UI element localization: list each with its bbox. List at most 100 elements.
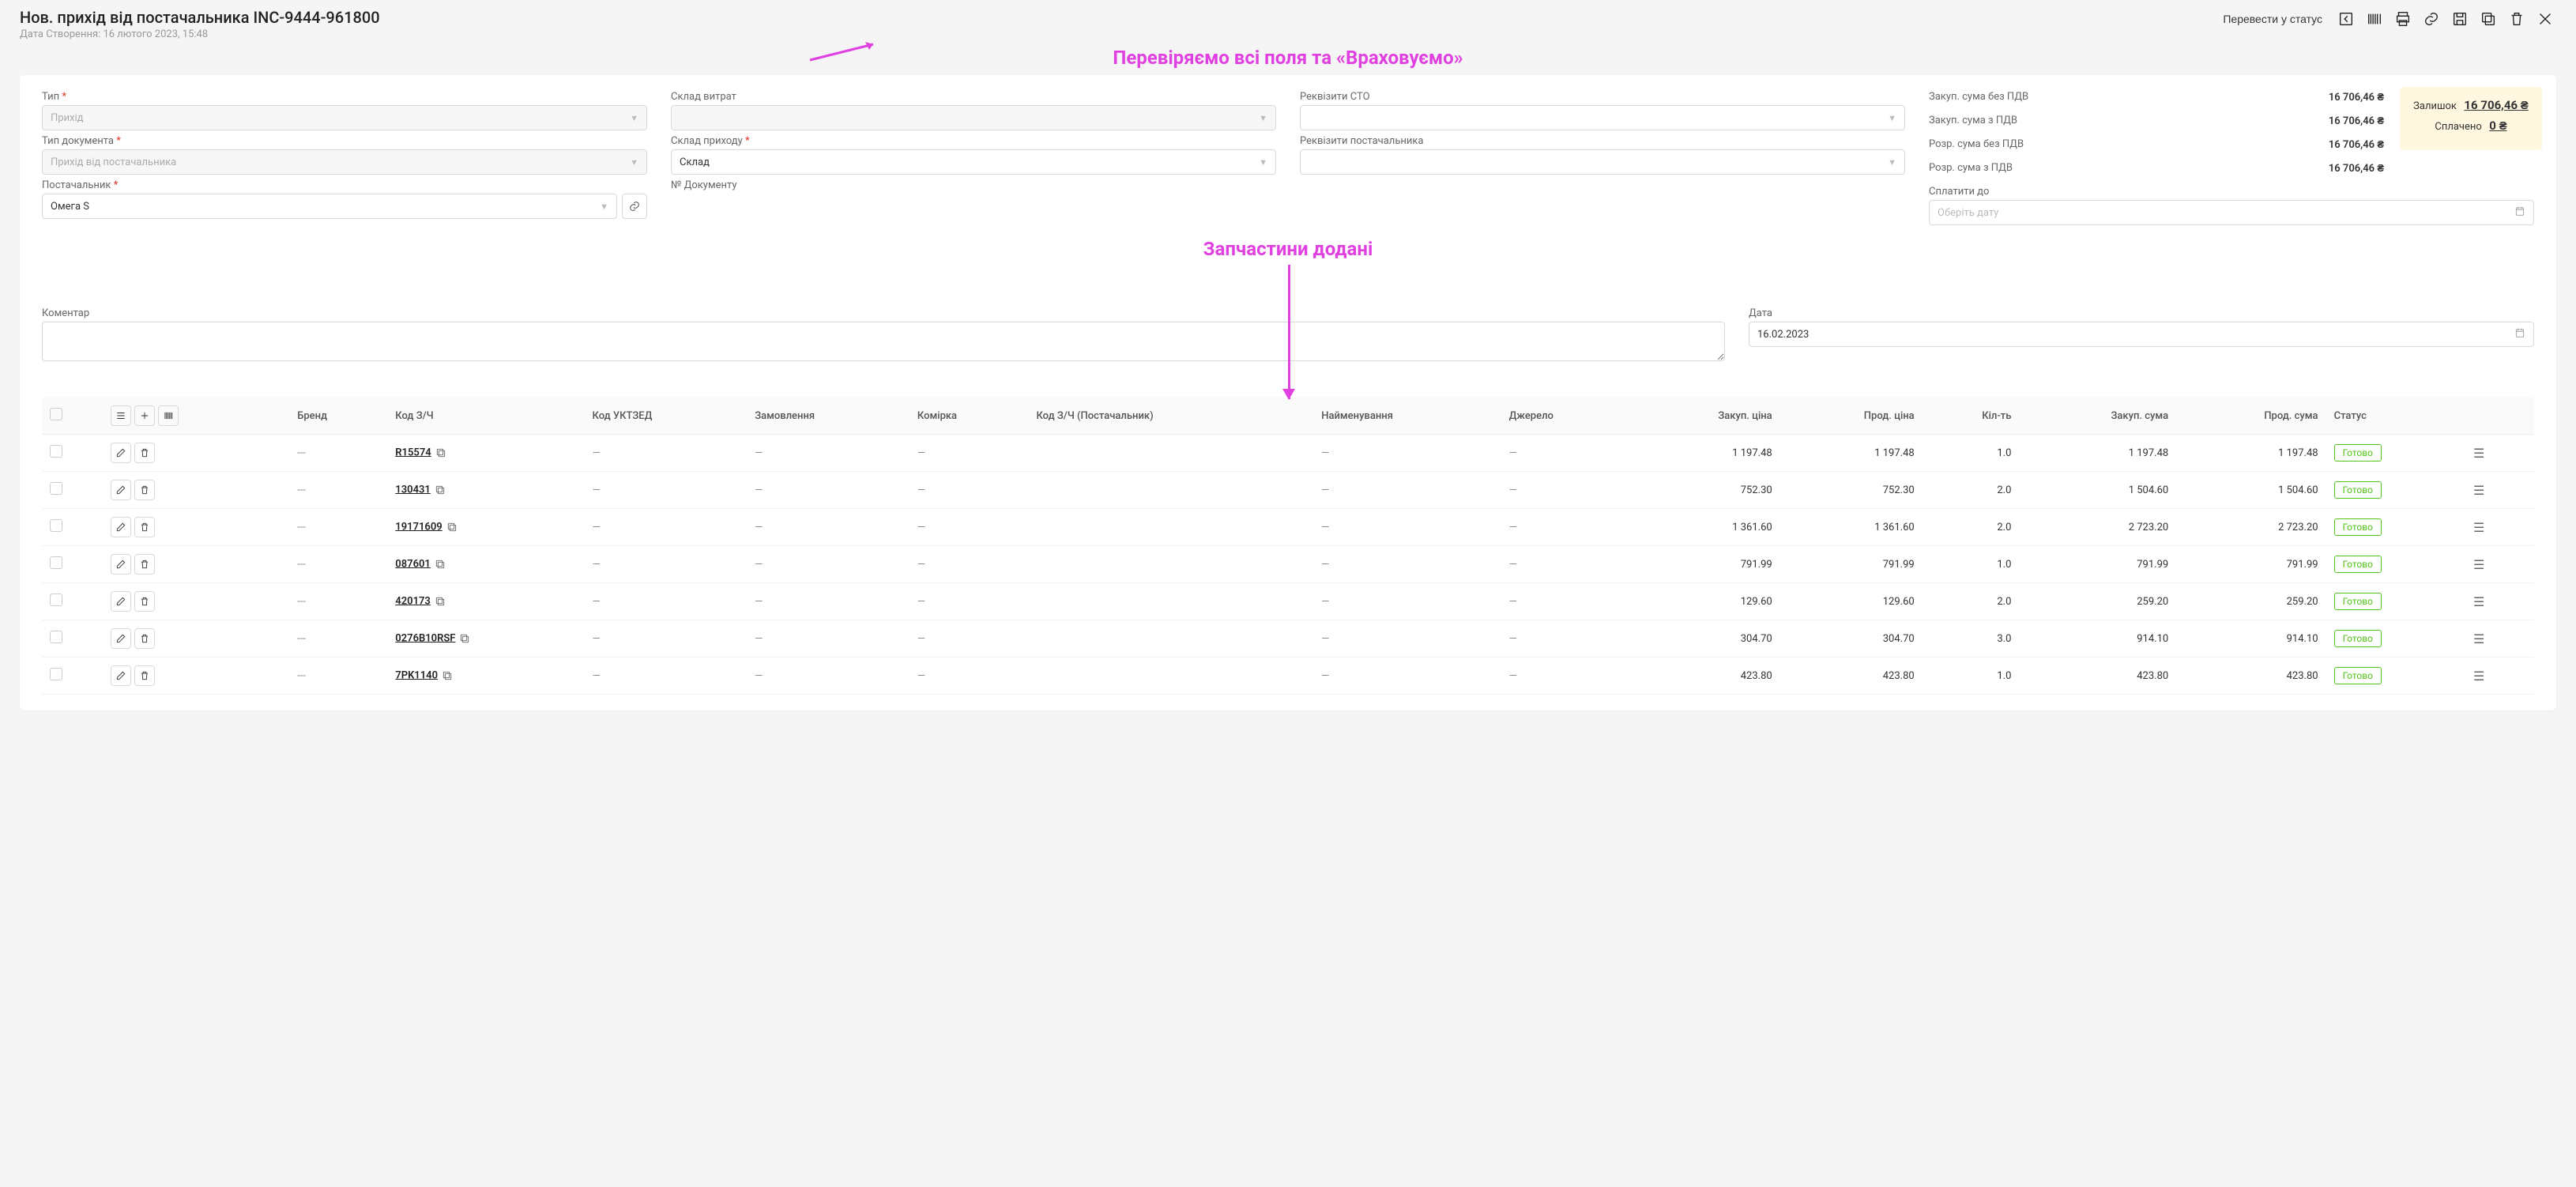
buy-vat-value: 16 706,46 ₴ [2329, 115, 2384, 127]
part-code-link[interactable]: 7PK1140 [395, 669, 438, 681]
part-code-link[interactable]: R15574 [395, 447, 431, 458]
print-button[interactable] [2392, 8, 2414, 30]
cell-brand: --- [289, 583, 387, 620]
table-row: ---420173—————129.60129.602.0259.20259.2… [42, 583, 2534, 620]
delete-row-button[interactable] [134, 480, 155, 500]
status-badge: Готово [2334, 518, 2382, 536]
row-checkbox[interactable] [50, 594, 62, 606]
edit-row-button[interactable] [111, 517, 131, 537]
cell-ukt: — [585, 583, 748, 620]
col-code: Код З/Ч [387, 398, 584, 435]
delete-row-button[interactable] [134, 665, 155, 686]
cell-qty: 1.0 [1923, 658, 2020, 695]
cell-source: — [1501, 435, 1631, 472]
expense-store-select[interactable]: ▼ [671, 105, 1276, 130]
cell-sell-price: 423.80 [1780, 658, 1923, 695]
edit-row-button[interactable] [111, 480, 131, 500]
status-badge: Готово [2334, 556, 2382, 573]
cell-qty: 2.0 [1923, 583, 2020, 620]
row-checkbox[interactable] [50, 631, 62, 643]
row-menu-button[interactable]: ☰ [2470, 483, 2487, 498]
supplier-value: Омега S [51, 201, 89, 213]
copy-icon[interactable] [434, 484, 446, 496]
row-menu-button[interactable]: ☰ [2470, 631, 2487, 646]
delete-button[interactable] [2506, 8, 2528, 30]
req-supplier-select[interactable]: ▼ [1300, 149, 1905, 175]
row-checkbox[interactable] [50, 556, 62, 569]
copy-icon[interactable] [446, 521, 458, 533]
part-code-link[interactable]: 087601 [395, 558, 431, 570]
part-code-link[interactable]: 130431 [395, 484, 431, 496]
edit-row-button[interactable] [111, 628, 131, 649]
paid-value[interactable]: 0 ₴ [2489, 119, 2506, 133]
part-code-link[interactable]: 420173 [395, 595, 431, 607]
cell-buy-price: 791.99 [1630, 546, 1779, 583]
change-status-button[interactable]: Перевести у статус [2212, 9, 2329, 28]
doctype-select[interactable]: Прихід від постачальника ▼ [42, 149, 647, 175]
add-row-button[interactable] [134, 405, 155, 426]
row-checkbox[interactable] [50, 668, 62, 680]
row-menu-button[interactable]: ☰ [2470, 557, 2487, 572]
cell-name: — [1313, 620, 1501, 658]
link-button[interactable] [2420, 8, 2442, 30]
row-checkbox[interactable] [50, 445, 62, 458]
row-menu-button[interactable]: ☰ [2470, 594, 2487, 609]
delete-row-button[interactable] [134, 554, 155, 575]
cell-qty: 2.0 [1923, 509, 2020, 546]
balance-box: Залишок 16 706,46 ₴ Сплачено 0 ₴ [2400, 87, 2542, 150]
copy-icon[interactable] [434, 595, 446, 608]
row-menu-button[interactable]: ☰ [2470, 669, 2487, 684]
buy-vat-label: Закуп. сума з ПДВ [1929, 115, 2017, 127]
sell-no-vat-label: Розр. сума без ПДВ [1929, 138, 2024, 151]
delete-row-button[interactable] [134, 591, 155, 612]
edit-row-button[interactable] [111, 591, 131, 612]
edit-row-button[interactable] [111, 665, 131, 686]
part-code-link[interactable]: 0276B10RSF [395, 632, 455, 644]
income-store-select[interactable]: Склад ▼ [671, 149, 1276, 175]
cell-name: — [1313, 583, 1501, 620]
edit-row-button[interactable] [111, 443, 131, 463]
copy-icon[interactable] [441, 669, 454, 682]
doctype-value: Прихід від постачальника [51, 156, 176, 168]
part-code-link[interactable]: 19171609 [395, 521, 442, 533]
list-view-button[interactable] [111, 405, 131, 426]
col-name: Найменування [1313, 398, 1501, 435]
delete-row-button[interactable] [134, 628, 155, 649]
cell-qty: 1.0 [1923, 435, 2020, 472]
export-button[interactable] [2335, 8, 2357, 30]
cell-brand: --- [289, 435, 387, 472]
date-input[interactable]: 16.02.2023 [1749, 322, 2534, 347]
calendar-icon [2514, 327, 2525, 341]
row-checkbox[interactable] [50, 519, 62, 532]
barcode-button[interactable] [2363, 8, 2386, 30]
chevron-down-icon: ▼ [630, 113, 638, 123]
copy-icon[interactable] [435, 447, 447, 459]
balance-value[interactable]: 16 706,46 ₴ [2464, 98, 2528, 112]
supplier-link-button[interactable] [622, 194, 647, 219]
save-button[interactable] [2449, 8, 2471, 30]
row-checkbox[interactable] [50, 482, 62, 495]
type-select[interactable]: Прихід ▼ [42, 105, 647, 130]
row-menu-button[interactable]: ☰ [2470, 520, 2487, 535]
req-sto-select[interactable]: ▼ [1300, 105, 1905, 130]
delete-row-button[interactable] [134, 443, 155, 463]
supplier-select[interactable]: Омега S ▼ [42, 194, 617, 219]
close-button[interactable] [2534, 8, 2556, 30]
copy-icon[interactable] [458, 632, 471, 645]
pay-until-input[interactable]: Оберіть дату [1929, 200, 2534, 225]
select-all-checkbox[interactable] [50, 408, 62, 420]
copy-button[interactable] [2477, 8, 2499, 30]
row-menu-button[interactable]: ☰ [2470, 446, 2487, 461]
edit-row-button[interactable] [111, 554, 131, 575]
form-grid: Тип * Прихід ▼ Тип документа * Прихід ві… [42, 91, 2534, 230]
cell-order: — [747, 546, 910, 583]
table-row: ---R15574—————1 197.481 197.481.01 197.4… [42, 435, 2534, 472]
cell-cell: — [910, 620, 1029, 658]
comment-textarea[interactable] [42, 322, 1725, 361]
barcode-row-button[interactable] [158, 405, 179, 426]
cell-buy-price: 1 361.60 [1630, 509, 1779, 546]
delete-row-button[interactable] [134, 517, 155, 537]
type-value: Прихід [51, 112, 84, 124]
copy-icon[interactable] [434, 558, 446, 571]
docnum-label: № Документу [671, 179, 1276, 191]
